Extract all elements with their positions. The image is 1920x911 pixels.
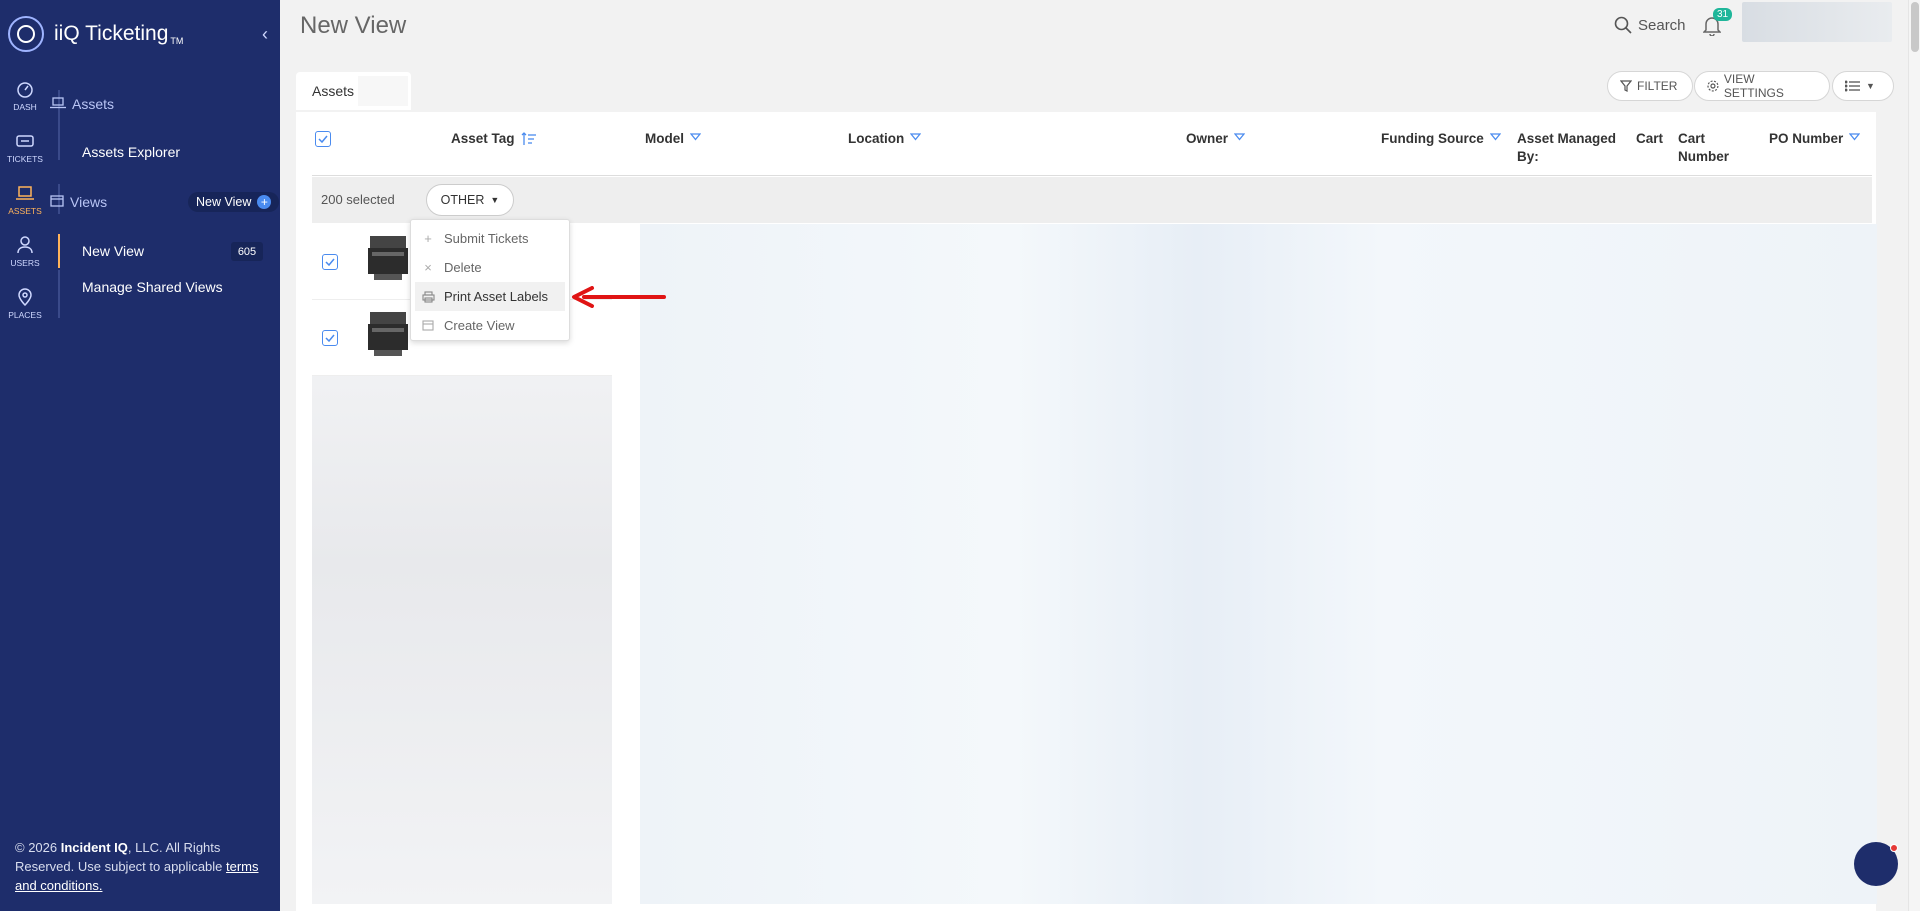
laptop-icon	[15, 184, 35, 202]
page-title: New View	[300, 12, 407, 39]
filter-icon	[1620, 80, 1632, 92]
column-asset-tag[interactable]: Asset Tag	[451, 130, 537, 148]
filter-caret-icon	[1489, 133, 1501, 141]
sidebar: iiQ Ticketing TM ‹ DASH TICKETS ASSETS US…	[0, 0, 280, 911]
search-button[interactable]: Search	[1614, 16, 1686, 34]
table-header: Asset Tag Model Location Owner Funding S…	[312, 112, 1872, 176]
notifications-button[interactable]: 31	[1702, 8, 1733, 41]
list-options-button[interactable]: ▼	[1832, 71, 1894, 101]
menu-item-create-view[interactable]: Create View	[411, 311, 569, 340]
notification-dot	[1890, 844, 1898, 852]
menu-item-delete[interactable]: × Delete	[411, 253, 569, 282]
column-model[interactable]: Model	[645, 130, 701, 148]
select-all-checkbox[interactable]	[315, 131, 331, 147]
app-title: iiQ Ticketing TM	[54, 22, 184, 46]
iiq-logo-icon	[8, 16, 44, 52]
printer-icon	[421, 290, 435, 303]
nav-divider	[58, 270, 60, 318]
new-view-button[interactable]: New View +	[188, 192, 280, 212]
filter-button[interactable]: FILTER	[1607, 71, 1693, 101]
rail-item-users[interactable]: USERS	[0, 226, 50, 278]
nav-new-view[interactable]: New View	[82, 243, 144, 259]
column-po-number[interactable]: PO Number	[1769, 130, 1861, 148]
gear-icon	[1707, 80, 1719, 92]
column-funding-source[interactable]: Funding Source	[1381, 130, 1501, 148]
other-actions-menu: + Submit Tickets × Delete Print Asset La…	[410, 219, 570, 341]
menu-item-submit-tickets[interactable]: + Submit Tickets	[411, 224, 569, 253]
user-icon	[15, 236, 35, 254]
search-icon	[1614, 16, 1632, 34]
list-icon	[1845, 80, 1860, 92]
views-icon	[421, 320, 435, 331]
dashboard-icon	[15, 80, 35, 98]
rail-item-assets[interactable]: ASSETS	[0, 174, 50, 226]
column-cart-number[interactable]: Cart Number	[1678, 130, 1729, 166]
filter-caret-icon	[1849, 133, 1861, 141]
column-asset-managed-by[interactable]: Asset Managed By:	[1517, 130, 1616, 166]
copyright-footer: © 2026 Incident IQ, LLC. All Rights Rese…	[15, 840, 259, 893]
close-icon: ×	[424, 260, 432, 275]
notification-count-badge: 31	[1713, 8, 1733, 21]
new-view-count-badge: 605	[231, 242, 263, 261]
nav-section-views[interactable]: Views	[50, 186, 107, 218]
bulk-action-bar: 200 selected OTHER ▼	[312, 177, 1872, 223]
menu-item-print-asset-labels[interactable]: Print Asset Labels	[415, 282, 565, 311]
other-actions-button[interactable]: OTHER ▼	[426, 184, 514, 216]
tab-assets[interactable]: Assets	[296, 72, 411, 110]
plus-icon: +	[424, 231, 432, 246]
views-icon	[50, 194, 64, 210]
filter-caret-icon	[690, 133, 701, 141]
help-chat-button[interactable]	[1854, 842, 1898, 886]
row-checkbox[interactable]	[322, 254, 338, 270]
nav-active-indicator	[58, 234, 60, 268]
plus-icon: +	[257, 195, 272, 209]
rail-item-places[interactable]: PLACES	[0, 278, 50, 330]
row-checkbox[interactable]	[322, 330, 338, 346]
filter-caret-icon	[910, 133, 922, 141]
rail-item-dash[interactable]: DASH	[0, 70, 50, 122]
nav-section-assets[interactable]: Assets	[50, 88, 280, 120]
rail-item-tickets[interactable]: TICKETS	[0, 122, 50, 174]
column-cart[interactable]: Cart	[1636, 130, 1663, 148]
sort-ascending-icon	[521, 132, 536, 145]
printer-thumbnail-icon	[368, 236, 408, 280]
brand-logo[interactable]: iiQ Ticketing TM	[8, 16, 183, 52]
view-settings-button[interactable]: VIEW SETTINGS	[1694, 71, 1830, 101]
laptop-icon	[50, 96, 66, 112]
user-profile[interactable]	[1742, 2, 1892, 42]
column-location[interactable]: Location	[848, 130, 922, 148]
secondary-nav: Assets Assets Explorer Views New View Ma…	[50, 88, 280, 295]
location-pin-icon	[15, 288, 35, 307]
selected-count: 200 selected	[321, 192, 395, 207]
printer-thumbnail-icon	[368, 312, 408, 356]
nav-manage-shared-views[interactable]: Manage Shared Views	[82, 279, 223, 295]
column-owner[interactable]: Owner	[1186, 130, 1246, 148]
collapse-sidebar-icon[interactable]: ‹	[262, 24, 268, 45]
nav-assets-explorer[interactable]: Assets Explorer	[82, 144, 180, 160]
caret-down-icon: ▼	[490, 195, 500, 205]
chevron-down-icon: ▼	[1866, 81, 1875, 91]
ticket-icon	[15, 132, 35, 150]
page-scrollbar[interactable]	[1908, 0, 1920, 911]
main-rail: DASH TICKETS ASSETS USERS PLACES	[0, 70, 50, 330]
redacted-area	[640, 224, 1877, 904]
filter-caret-icon	[1234, 133, 1246, 141]
red-arrow-annotation	[572, 286, 666, 308]
